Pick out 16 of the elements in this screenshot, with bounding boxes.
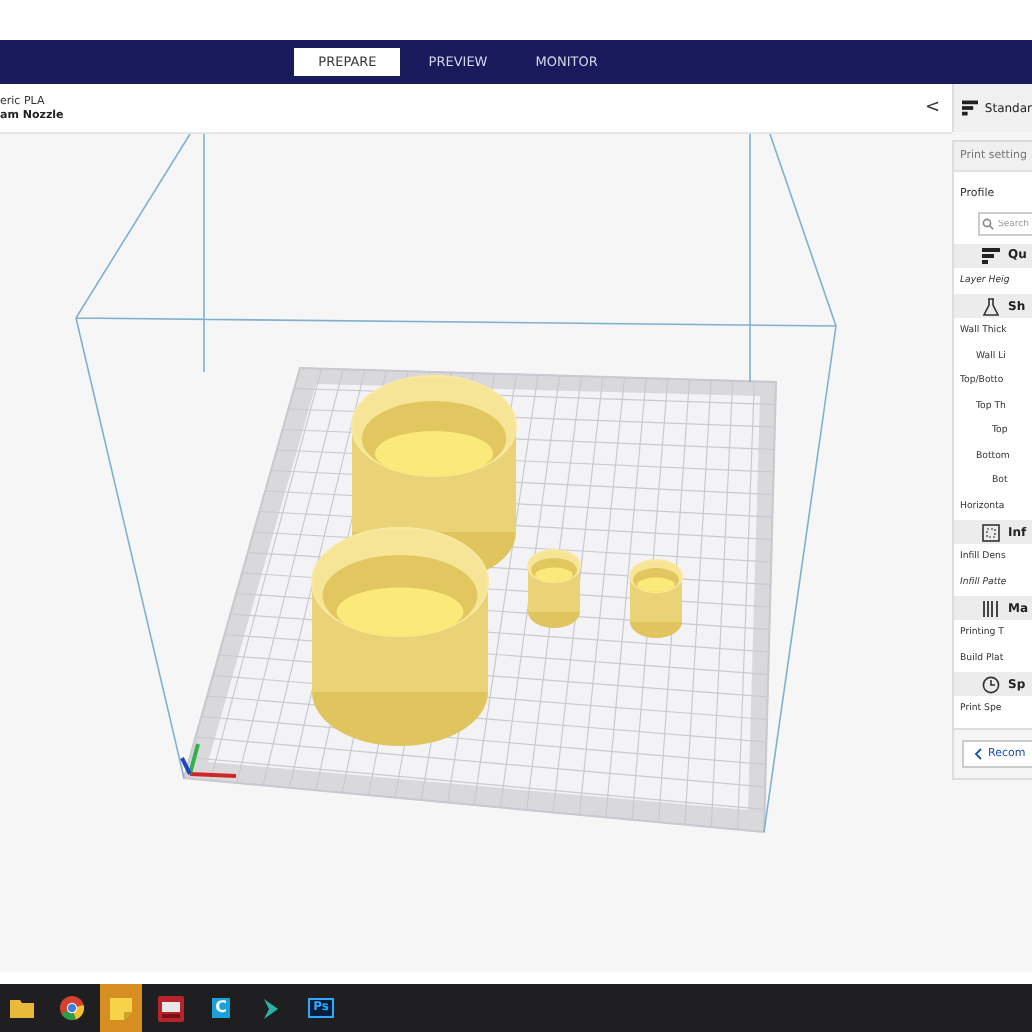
clock-icon	[982, 675, 1000, 693]
app-icon	[158, 995, 184, 1021]
bars-icon	[962, 100, 979, 116]
folder-icon	[9, 998, 33, 1018]
chevron-left-icon	[974, 748, 982, 760]
bars-icon	[982, 246, 1000, 264]
chrome-icon	[59, 996, 83, 1020]
axis-drawing	[180, 743, 237, 778]
app-logo: C	[211, 998, 231, 1018]
lines-icon	[982, 599, 1000, 617]
sticky-note-icon	[110, 997, 132, 1019]
flask-icon	[982, 297, 1000, 315]
grid-icon	[982, 523, 1000, 541]
search-icon	[982, 218, 994, 230]
chevron-right-icon	[262, 997, 280, 1019]
collapse-button[interactable]: <	[912, 98, 952, 118]
